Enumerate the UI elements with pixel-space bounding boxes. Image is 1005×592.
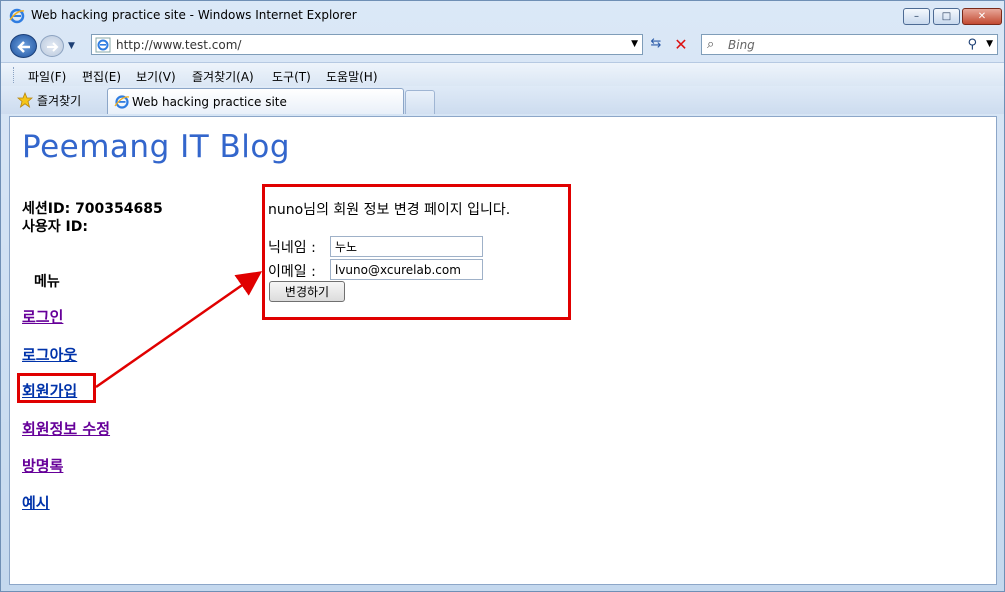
search-placeholder: Bing bbox=[728, 38, 755, 52]
menu-help[interactable]: 도움말(H) bbox=[326, 68, 378, 85]
address-dropdown-icon[interactable]: ▼ bbox=[631, 39, 638, 49]
menu-file[interactable]: 파일(F) bbox=[28, 68, 66, 85]
menu-tools[interactable]: 도구(T) bbox=[272, 68, 311, 85]
page-ie-icon bbox=[95, 37, 111, 53]
search-provider-icon: ⌕ bbox=[707, 37, 715, 52]
forward-button[interactable] bbox=[40, 35, 64, 57]
menu-favorites[interactable]: 즐겨찾기(A) bbox=[192, 68, 254, 85]
search-options-dropdown-icon[interactable]: ▼ bbox=[986, 39, 993, 49]
page-content: Peemang IT Blog 세션ID: 700354685 사용자 ID: … bbox=[9, 116, 997, 585]
address-field[interactable]: http://www.test.com/ ▼ bbox=[91, 34, 643, 55]
email-input[interactable] bbox=[330, 259, 483, 280]
stop-icon[interactable]: ✕ bbox=[671, 35, 691, 55]
search-field[interactable]: ⌕ Bing ⚲ ▼ bbox=[701, 34, 998, 55]
favorites-star-icon[interactable] bbox=[17, 92, 33, 108]
back-arrow-icon bbox=[17, 41, 30, 53]
close-icon: ✕ bbox=[977, 11, 987, 22]
refresh-icon[interactable]: ⇆ bbox=[646, 36, 666, 56]
new-tab-button[interactable] bbox=[405, 90, 435, 114]
browser-window: Web hacking practice site - Windows Inte… bbox=[0, 0, 1005, 592]
menu-edit[interactable]: 편집(E) bbox=[82, 68, 121, 85]
title-bar: Web hacking practice site - Windows Inte… bbox=[1, 1, 1004, 31]
menu-view[interactable]: 보기(V) bbox=[136, 68, 176, 85]
nickname-label: 닉네임 : bbox=[268, 240, 316, 256]
nav-guestbook-link[interactable]: 방명록 bbox=[22, 455, 63, 476]
minimize-icon: – bbox=[914, 11, 919, 22]
nav-login-link[interactable]: 로그인 bbox=[22, 306, 63, 327]
back-button[interactable] bbox=[10, 34, 37, 58]
maximize-icon: □ bbox=[941, 11, 952, 22]
forward-arrow-icon bbox=[47, 42, 59, 52]
nav-example-link[interactable]: 예시 bbox=[22, 492, 50, 513]
tab-ie-icon bbox=[114, 95, 130, 109]
address-toolbar: ▼ http://www.test.com/ ▼ ⇆ ✕ ⌕ Bing ⚲ ▼ bbox=[1, 31, 1004, 59]
nav-logout-link[interactable]: 로그아웃 bbox=[22, 344, 77, 365]
page-title: Peemang IT Blog bbox=[22, 129, 291, 165]
search-icon[interactable]: ⚲ bbox=[967, 37, 977, 52]
ie-logo-icon bbox=[9, 8, 25, 24]
email-label: 이메일 : bbox=[268, 264, 316, 280]
tab-bar: 즐겨찾기 Web hacking practice site bbox=[1, 86, 1004, 114]
url-text: http://www.test.com/ bbox=[116, 38, 242, 52]
session-id: 세션ID: 700354685 bbox=[22, 201, 163, 217]
menu-heading: 메뉴 bbox=[34, 274, 60, 290]
change-button[interactable]: 변경하기 bbox=[269, 281, 345, 302]
toolbar-grip bbox=[13, 67, 17, 83]
favorites-button[interactable]: 즐겨찾기 bbox=[37, 92, 81, 109]
recent-pages-dropdown-icon[interactable]: ▼ bbox=[68, 41, 75, 51]
nickname-input[interactable] bbox=[330, 236, 483, 257]
window-title: Web hacking practice site - Windows Inte… bbox=[31, 8, 357, 22]
close-button[interactable]: ✕ bbox=[962, 8, 1002, 25]
user-id: 사용자 ID: bbox=[22, 219, 88, 235]
tab-web-hacking[interactable]: Web hacking practice site bbox=[107, 88, 404, 114]
signup-highlight-box bbox=[17, 373, 96, 403]
maximize-button[interactable]: □ bbox=[933, 8, 960, 25]
minimize-button[interactable]: – bbox=[903, 8, 930, 25]
nav-edit-profile-link[interactable]: 회원정보 수정 bbox=[22, 418, 110, 439]
tab-label: Web hacking practice site bbox=[132, 95, 287, 109]
form-heading: nuno님의 회원 정보 변경 페이지 입니다. bbox=[268, 202, 511, 218]
menu-bar: 파일(F) 편집(E) 보기(V) 즐겨찾기(A) 도구(T) 도움말(H) bbox=[1, 62, 1004, 87]
